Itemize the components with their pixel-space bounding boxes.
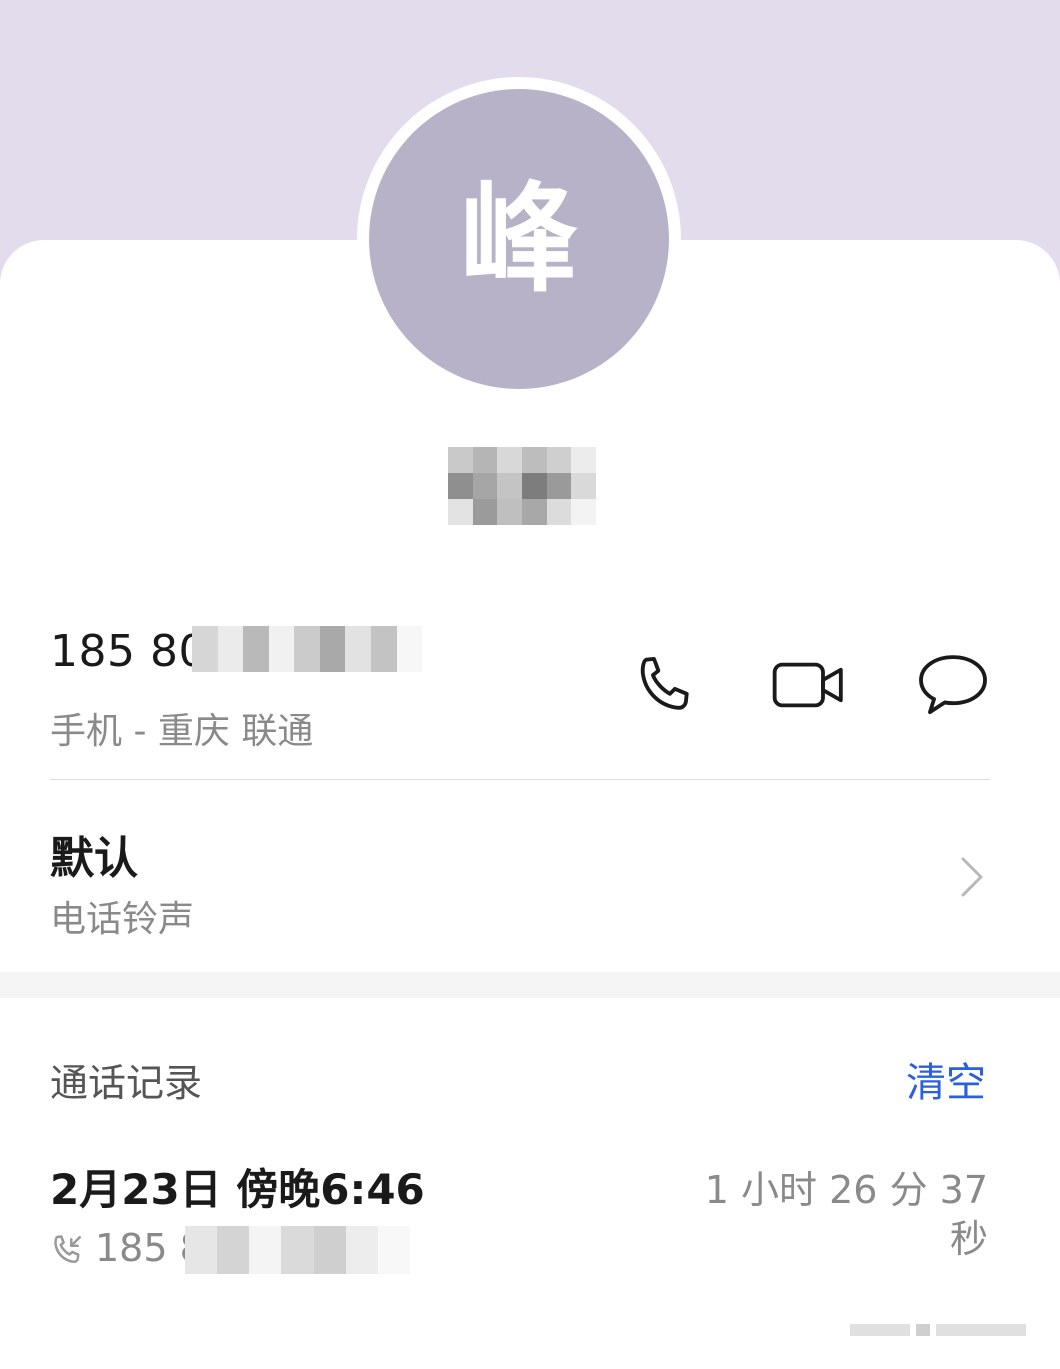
avatar[interactable]: 峰 — [369, 89, 669, 389]
call-log-title: 通话记录 — [50, 1061, 203, 1105]
call-log-duration: 1 小时 26 分 37 秒 — [704, 1168, 988, 1262]
section-separator — [0, 972, 1060, 998]
phone-type-location: 手机 - 重庆 联通 — [50, 711, 314, 752]
incoming-call-icon — [54, 1235, 82, 1264]
chat-bubble-icon — [919, 655, 987, 715]
ringtone-value: 默认 — [50, 833, 138, 884]
video-camera-icon — [772, 662, 843, 708]
phone-number-mask — [192, 626, 423, 672]
call-log-datetime: 2月23日 傍晚6:46 — [50, 1165, 425, 1214]
call-log-number-mask — [185, 1226, 410, 1274]
home-indicator — [850, 1320, 1040, 1340]
avatar-initial: 峰 — [459, 170, 578, 308]
phone-icon — [640, 656, 689, 710]
phone-number[interactable]: 185 80 — [50, 626, 207, 677]
contact-name-blurred — [448, 447, 596, 525]
ringtone-label: 电话铃声 — [50, 899, 195, 940]
message-button[interactable] — [914, 648, 992, 720]
chevron-right-icon — [961, 857, 983, 897]
clear-call-log-button[interactable]: 清空 — [906, 1050, 986, 1108]
call-button[interactable] — [628, 648, 702, 722]
video-call-button[interactable] — [768, 650, 850, 720]
ringtone-row[interactable] — [0, 780, 1060, 972]
